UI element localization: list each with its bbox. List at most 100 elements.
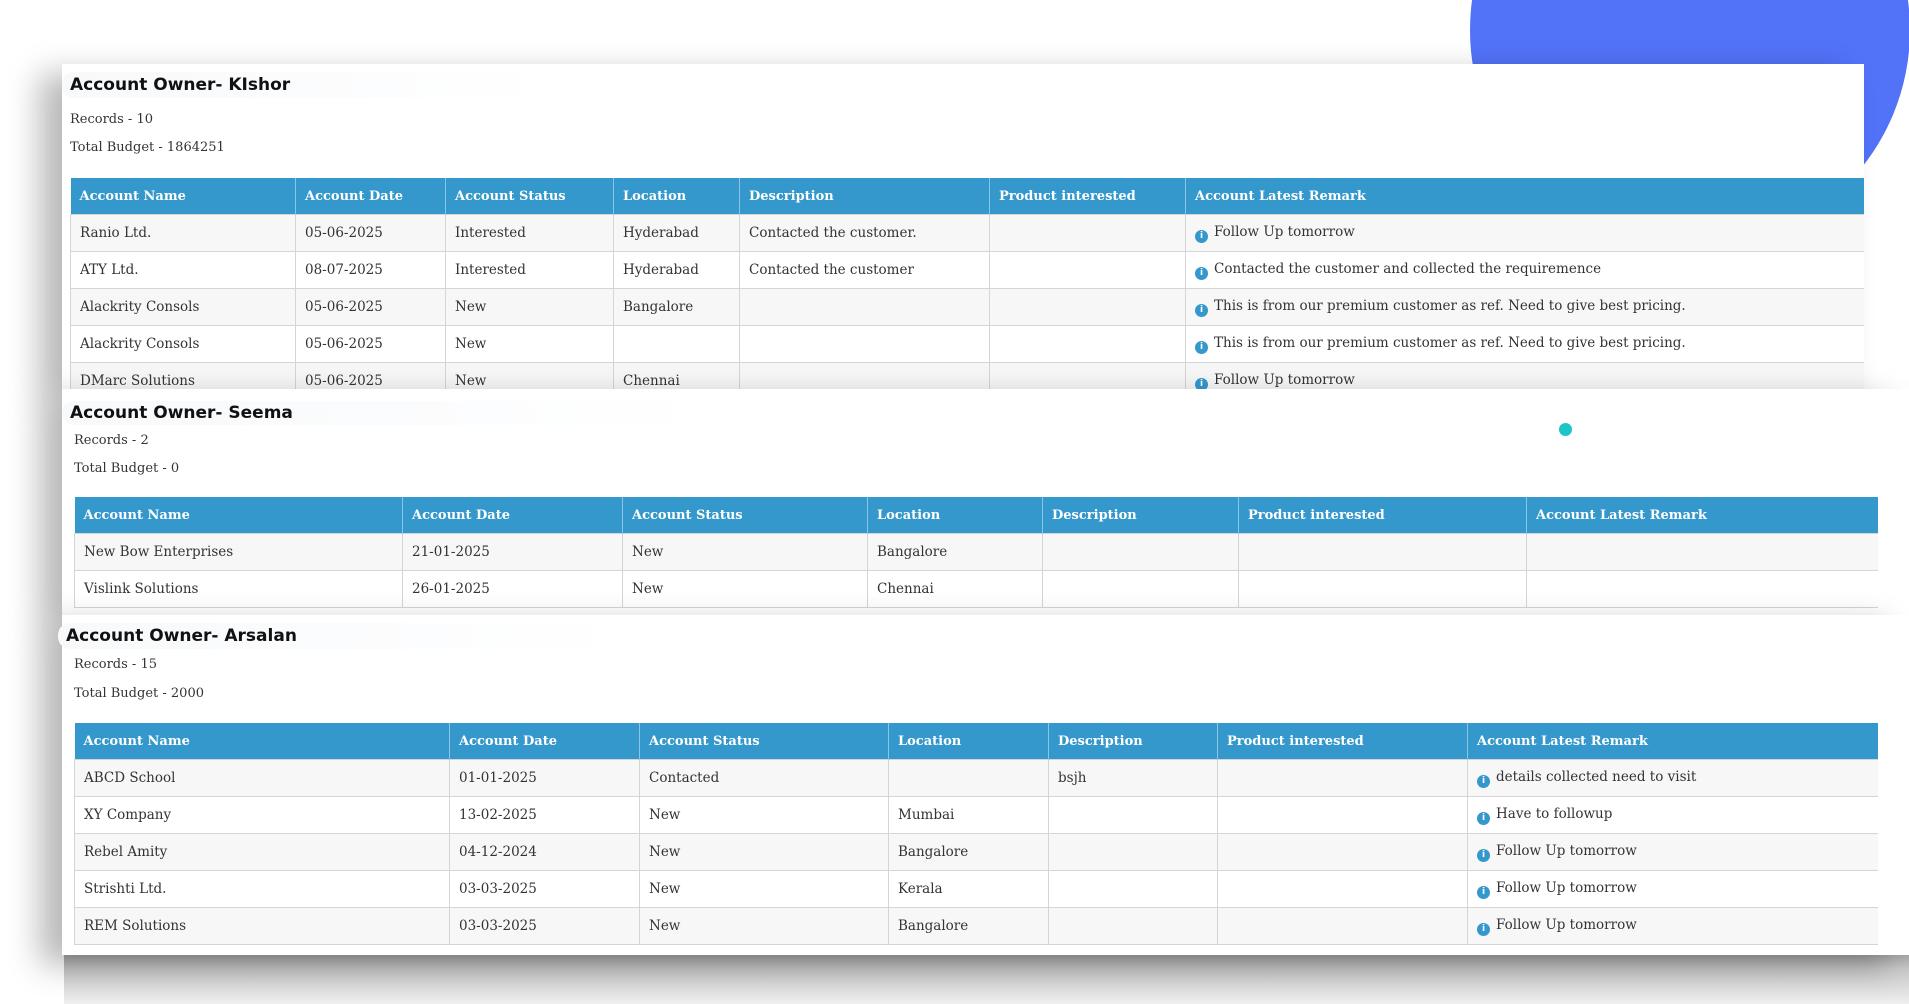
column-header[interactable]: Account Status <box>622 497 868 534</box>
table-cell: New <box>639 796 889 834</box>
cell-text: New <box>649 881 681 897</box>
table-row[interactable]: Alackrity Consols 05-06-2025 New i This is f… <box>70 325 1864 363</box>
table-cell: ATY Ltd. <box>70 251 296 289</box>
table-cell: i Follow Up tomorrow <box>1467 907 1878 945</box>
cell-text: ABCD School <box>84 770 176 786</box>
cell-text: Follow Up tomorrow <box>1214 223 1355 240</box>
table-cell: 01-01-2025 <box>449 759 640 797</box>
cell-text: Chennai <box>623 373 680 389</box>
column-header[interactable]: Account Name <box>74 497 403 534</box>
owner-section-arsalan: Account Owner- Arsalan Records - 15 Tota… <box>58 615 1909 955</box>
cell-text: 01-01-2025 <box>459 770 537 786</box>
info-icon[interactable]: i <box>1195 377 1208 389</box>
table-cell: i This is from our premium customer as re… <box>1185 325 1864 363</box>
column-header[interactable]: Account Date <box>449 723 640 760</box>
table-row[interactable]: ABCD School 01-01-2025 Contacted bsjh i detai… <box>74 759 1878 797</box>
cell-text: New <box>455 299 487 315</box>
table-cell: New <box>639 870 889 908</box>
column-header[interactable]: Account Status <box>445 178 614 215</box>
cell-text: 05-06-2025 <box>305 336 383 352</box>
table-cell: New <box>622 570 868 608</box>
cell-text: Follow Up tomorrow <box>1496 916 1637 933</box>
cell-text: Ranio Ltd. <box>80 225 152 241</box>
table-cell: XY Company <box>74 796 450 834</box>
table-cell: Chennai <box>867 570 1043 608</box>
table-cell: Bangalore <box>613 288 740 326</box>
table-cell: 05-06-2025 <box>295 214 446 252</box>
total-budget: Total Budget - 0 <box>74 461 180 476</box>
table-cell <box>989 288 1186 326</box>
cell-text: REM Solutions <box>84 918 187 934</box>
cell-text: Contacted the customer. <box>749 225 917 241</box>
info-icon[interactable]: i <box>1195 340 1208 354</box>
info-icon[interactable]: i <box>1195 266 1208 280</box>
table-row[interactable]: Rebel Amity 04-12-2024 New Bangalore i Follow… <box>74 833 1878 871</box>
table-cell: DMarc Solutions <box>70 362 296 389</box>
column-header[interactable]: Account Date <box>402 497 623 534</box>
column-header[interactable]: Description <box>1048 723 1218 760</box>
info-icon[interactable]: i <box>1477 848 1490 862</box>
table-row[interactable]: New Bow Enterprises 21-01-2025 New Bangalor… <box>74 533 1878 571</box>
table-cell: i Have to followup <box>1467 796 1878 834</box>
accounts-table: Account Name Account Date Account Status Lo… <box>74 497 1878 608</box>
cell-text: DMarc Solutions <box>80 373 195 389</box>
cell-text: 05-06-2025 <box>305 373 383 389</box>
column-header[interactable]: Account Latest Remark <box>1185 178 1864 215</box>
table-cell: bsjh <box>1048 759 1218 797</box>
column-header[interactable]: Description <box>739 178 990 215</box>
cell-text: Hyderabad <box>623 262 699 278</box>
table-cell: Ranio Ltd. <box>70 214 296 252</box>
owner-section-kishor: Account Owner- KIshor Records - 10 Total… <box>62 64 1864 389</box>
table-cell: i Follow Up tomorrow <box>1467 833 1878 871</box>
table-row[interactable]: DMarc Solutions 05-06-2025 New Chennai i Foll… <box>70 362 1864 389</box>
table-row[interactable]: Vislink Solutions 26-01-2025 New Chennai <box>74 570 1878 608</box>
column-header[interactable]: Account Latest Remark <box>1467 723 1878 760</box>
column-header[interactable]: Location <box>888 723 1049 760</box>
table-cell <box>1526 533 1878 571</box>
info-icon[interactable]: i <box>1477 922 1490 936</box>
column-header[interactable]: Product interested <box>1217 723 1468 760</box>
column-header[interactable]: Account Name <box>70 178 296 215</box>
column-header[interactable]: Account Status <box>639 723 889 760</box>
cell-text: Contacted the customer and collected the… <box>1214 260 1602 277</box>
table-row[interactable]: ATY Ltd. 08-07-2025 Interested Hyderabad Con… <box>70 251 1864 289</box>
table-cell: New <box>622 533 868 571</box>
column-header[interactable]: Account Latest Remark <box>1526 497 1878 534</box>
table-cell: Bangalore <box>888 833 1049 871</box>
table-cell <box>1217 870 1468 908</box>
cell-text: This is from our premium customer as ref… <box>1214 334 1686 351</box>
column-header[interactable]: Description <box>1042 497 1239 534</box>
section-title: Account Owner- Arsalan <box>58 623 624 649</box>
records-count: Records - 15 <box>74 657 157 672</box>
table-cell: i Contacted the customer and collected th… <box>1185 251 1864 289</box>
info-icon[interactable]: i <box>1195 229 1208 243</box>
table-row[interactable]: Strishti Ltd. 03-03-2025 New Kerala i Follow … <box>74 870 1878 908</box>
table-row[interactable]: REM Solutions 03-03-2025 New Bangalore i Foll… <box>74 907 1878 945</box>
column-header[interactable]: Location <box>867 497 1043 534</box>
cell-text: Bangalore <box>898 918 969 934</box>
table-cell <box>739 325 990 363</box>
table-cell <box>739 362 990 389</box>
column-header[interactable]: Product interested <box>989 178 1186 215</box>
column-header[interactable]: Product interested <box>1238 497 1527 534</box>
cell-text: Alackrity Consols <box>80 336 200 352</box>
cell-text: Alackrity Consols <box>80 299 200 315</box>
table-cell <box>989 325 1186 363</box>
table-cell: Contacted the customer. <box>739 214 990 252</box>
table-cell <box>1042 570 1239 608</box>
column-header[interactable]: Account Date <box>295 178 446 215</box>
table-row[interactable]: XY Company 13-02-2025 New Mumbai i Have to fo… <box>74 796 1878 834</box>
cell-text: This is from our premium customer as ref… <box>1214 297 1686 314</box>
table-row[interactable]: Alackrity Consols 05-06-2025 New Bangalore i… <box>70 288 1864 326</box>
table-row[interactable]: Ranio Ltd. 05-06-2025 Interested Hyderabad C… <box>70 214 1864 252</box>
column-header[interactable]: Location <box>613 178 740 215</box>
info-icon[interactable]: i <box>1477 774 1490 788</box>
table-cell: Contacted the customer <box>739 251 990 289</box>
cell-text: Contacted the customer <box>749 262 914 278</box>
info-icon[interactable]: i <box>1195 303 1208 317</box>
info-icon[interactable]: i <box>1477 885 1490 899</box>
cell-text: 26-01-2025 <box>412 581 490 597</box>
table-cell: 26-01-2025 <box>402 570 623 608</box>
column-header[interactable]: Account Name <box>74 723 450 760</box>
info-icon[interactable]: i <box>1477 811 1490 825</box>
